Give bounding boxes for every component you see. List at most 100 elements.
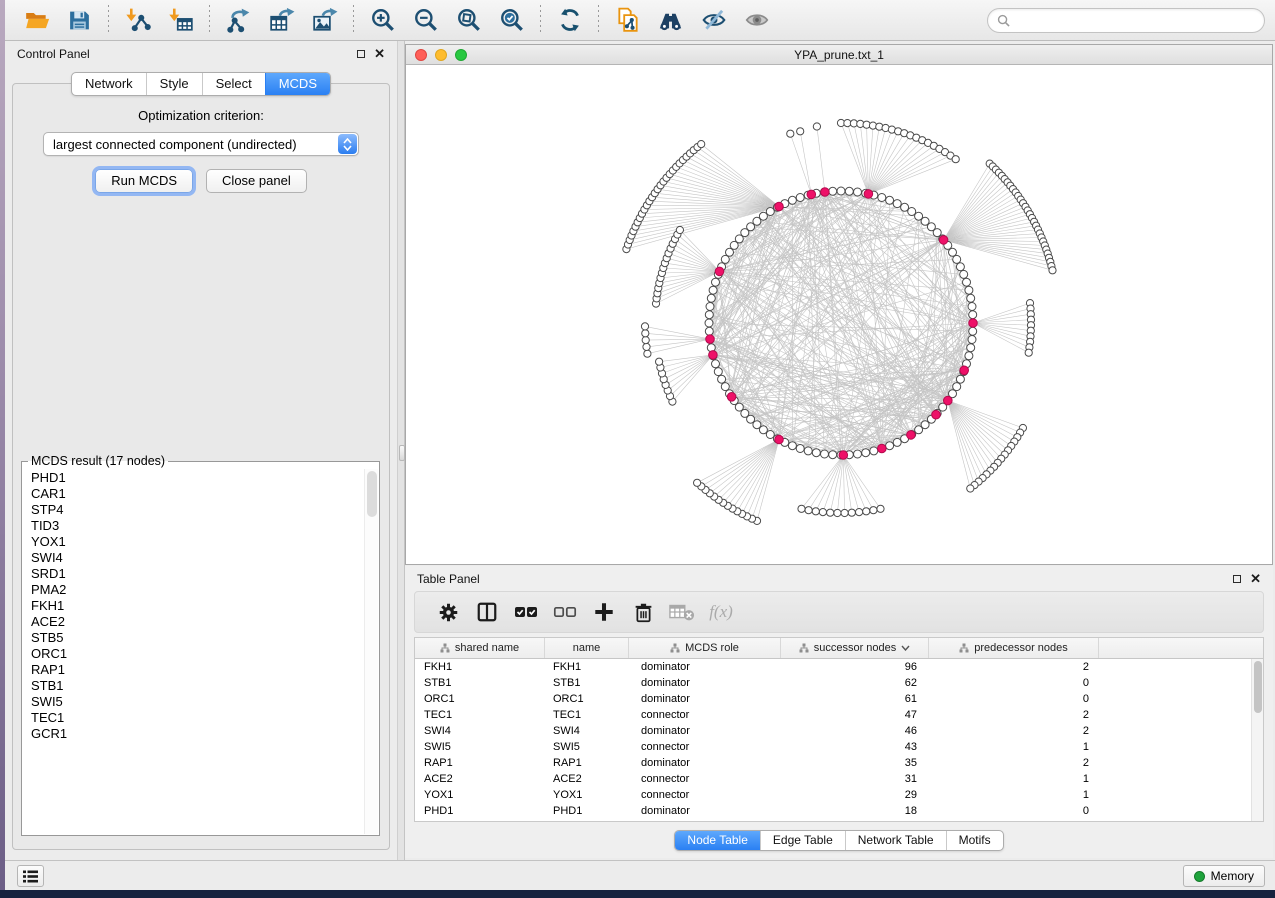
graph-node[interactable] <box>960 270 968 278</box>
window-close-traffic-light[interactable] <box>415 49 427 61</box>
first-neighbors-icon[interactable] <box>657 7 684 34</box>
graph-leaf-node[interactable] <box>827 509 834 516</box>
graph-leaf-node[interactable] <box>848 509 855 516</box>
graph-node[interactable] <box>837 187 845 195</box>
graph-hub-node[interactable] <box>807 190 816 199</box>
cell-successor_nodes[interactable]: 29 <box>781 787 929 803</box>
tab-select[interactable]: Select <box>202 73 265 95</box>
cell-successor_nodes[interactable]: 96 <box>781 659 929 675</box>
cell-name[interactable]: YOX1 <box>545 787 629 803</box>
mcds-result-item[interactable]: PHD1 <box>31 470 363 486</box>
mcds-result-item[interactable]: PMA2 <box>31 582 363 598</box>
cell-name[interactable]: STB1 <box>545 675 629 691</box>
column-header-MCDS-role[interactable]: MCDS role <box>629 638 781 658</box>
graph-hub-node[interactable] <box>727 393 736 402</box>
column-header-name[interactable]: name <box>545 638 629 658</box>
add-column-icon[interactable] <box>589 597 619 627</box>
graph-node[interactable] <box>796 445 804 453</box>
graph-node[interactable] <box>968 303 976 311</box>
cell-name[interactable]: SWI4 <box>545 723 629 739</box>
graph-node[interactable] <box>969 311 977 319</box>
run-mcds-button[interactable]: Run MCDS <box>95 169 193 193</box>
zoom-in-icon[interactable] <box>369 7 396 34</box>
vertical-splitter[interactable] <box>397 41 405 860</box>
mcds-result-item[interactable]: TID3 <box>31 518 363 534</box>
graph-node[interactable] <box>705 311 713 319</box>
graph-node[interactable] <box>721 255 729 263</box>
mcds-result-item[interactable]: STP4 <box>31 502 363 518</box>
graph-node[interactable] <box>812 449 820 457</box>
graph-leaf-node[interactable] <box>787 130 794 137</box>
graph-leaf-node[interactable] <box>877 505 884 512</box>
mcds-result-item[interactable]: TEC1 <box>31 710 363 726</box>
graph-hub-node[interactable] <box>839 451 848 460</box>
graph-leaf-node[interactable] <box>798 505 805 512</box>
cell-successor_nodes[interactable]: 35 <box>781 755 929 771</box>
graph-leaf-node[interactable] <box>1025 349 1032 356</box>
graph-hub-node[interactable] <box>821 188 830 197</box>
graph-node[interactable] <box>965 286 973 294</box>
cell-shared_name[interactable]: ACE2 <box>415 771 545 787</box>
graph-leaf-node[interactable] <box>870 507 877 514</box>
graph-node[interactable] <box>766 431 774 439</box>
cell-successor_nodes[interactable]: 31 <box>781 771 929 787</box>
tab-network[interactable]: Network <box>72 73 146 95</box>
cell-name[interactable]: TEC1 <box>545 707 629 723</box>
cell-name[interactable]: ORC1 <box>545 691 629 707</box>
graph-node[interactable] <box>788 442 796 450</box>
graph-node[interactable] <box>705 327 713 335</box>
cell-shared_name[interactable]: SWI5 <box>415 739 545 755</box>
graph-leaf-node[interactable] <box>1049 267 1056 274</box>
open-file-icon[interactable] <box>23 7 50 34</box>
graph-node[interactable] <box>886 442 894 450</box>
graph-leaf-node[interactable] <box>834 509 841 516</box>
graph-node[interactable] <box>967 294 975 302</box>
import-table-icon[interactable] <box>167 7 194 34</box>
graph-node[interactable] <box>949 248 957 256</box>
zoom-out-icon[interactable] <box>412 7 439 34</box>
cell-mcds_role[interactable]: dominator <box>629 803 781 819</box>
cell-mcds_role[interactable]: dominator <box>629 675 781 691</box>
graph-hub-node[interactable] <box>715 267 724 276</box>
cell-name[interactable]: ACE2 <box>545 771 629 787</box>
graph-node[interactable] <box>845 187 853 195</box>
cell-shared_name[interactable]: RAP1 <box>415 755 545 771</box>
cell-predecessor_nodes[interactable]: 2 <box>929 659 1099 675</box>
zoom-fit-icon[interactable] <box>455 7 482 34</box>
close-panel-icon[interactable]: ✕ <box>374 49 385 59</box>
cell-successor_nodes[interactable]: 61 <box>781 691 929 707</box>
graph-node[interactable] <box>967 344 975 352</box>
graph-node[interactable] <box>718 375 726 383</box>
graph-hub-node[interactable] <box>878 444 887 453</box>
graph-node[interactable] <box>956 375 964 383</box>
table-row[interactable]: FKH1FKH1dominator962 <box>415 659 1263 675</box>
table-scrollbar[interactable] <box>1251 659 1263 821</box>
cell-name[interactable]: RAP1 <box>545 755 629 771</box>
graph-hub-node[interactable] <box>944 396 953 405</box>
graph-node[interactable] <box>854 450 862 458</box>
export-table-icon[interactable] <box>268 7 295 34</box>
task-history-button[interactable] <box>17 865 44 887</box>
graph-node[interactable] <box>953 383 961 391</box>
cell-predecessor_nodes[interactable]: 0 <box>929 803 1099 819</box>
graph-node[interactable] <box>709 286 717 294</box>
table-row[interactable]: STB1STB1dominator620 <box>415 675 1263 691</box>
save-session-icon[interactable] <box>66 7 93 34</box>
cell-predecessor_nodes[interactable]: 0 <box>929 675 1099 691</box>
graph-node[interactable] <box>901 203 909 211</box>
cell-mcds_role[interactable]: connector <box>629 739 781 755</box>
hide-selected-icon[interactable] <box>700 7 727 34</box>
cell-predecessor_nodes[interactable]: 0 <box>929 691 1099 707</box>
graph-node[interactable] <box>721 383 729 391</box>
cell-predecessor_nodes[interactable]: 2 <box>929 723 1099 739</box>
cell-mcds_role[interactable]: connector <box>629 707 781 723</box>
table-row[interactable]: PHD1PHD1dominator180 <box>415 803 1263 819</box>
cell-shared_name[interactable]: ORC1 <box>415 691 545 707</box>
cell-shared_name[interactable]: TEC1 <box>415 707 545 723</box>
mcds-result-item[interactable]: ORC1 <box>31 646 363 662</box>
cell-predecessor_nodes[interactable]: 2 <box>929 755 1099 771</box>
graph-leaf-node[interactable] <box>952 156 959 163</box>
column-header-successor-nodes[interactable]: successor nodes <box>781 638 929 658</box>
graph-node[interactable] <box>707 294 715 302</box>
network-search-box[interactable] <box>987 8 1265 33</box>
